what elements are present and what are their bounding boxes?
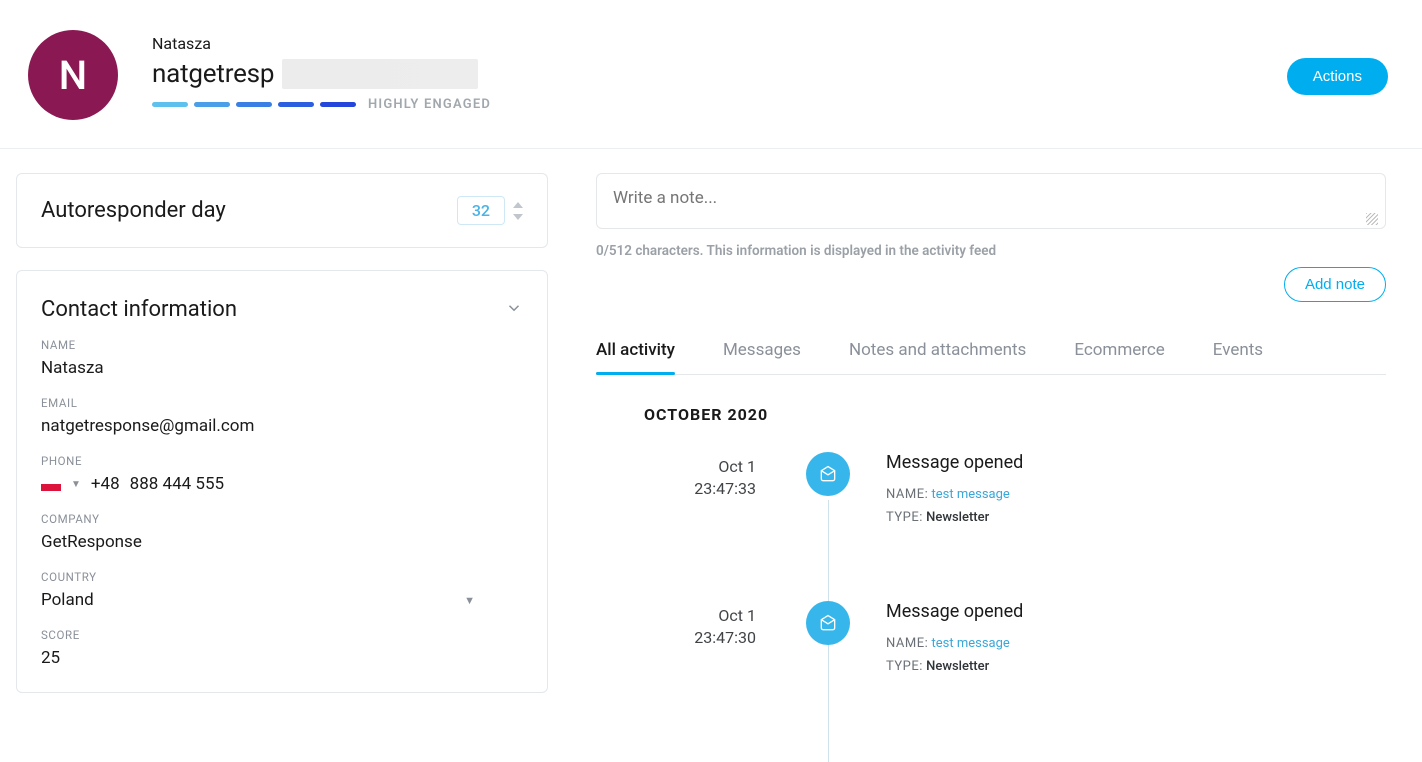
- phone-label: PHONE: [41, 454, 523, 468]
- left-column: Autoresponder day 32 Contact information: [16, 173, 548, 715]
- event-date: Oct 1: [636, 605, 756, 627]
- contact-section-title: Contact information: [41, 297, 237, 322]
- country-label: COUNTRY: [41, 570, 523, 584]
- avatar: N: [28, 30, 118, 120]
- event-name-link[interactable]: test message: [932, 487, 1010, 502]
- engagement-bars: [152, 102, 356, 107]
- autoresponder-label: Autoresponder day: [41, 198, 226, 223]
- event-title: Message opened: [886, 601, 1023, 622]
- add-note-button[interactable]: Add note: [1284, 267, 1386, 302]
- stepper-down-icon[interactable]: [513, 214, 523, 220]
- company-value[interactable]: GetResponse: [41, 532, 523, 552]
- phone-prefix: +48: [91, 474, 120, 494]
- note-counter: 0/512 characters. This information is di…: [596, 243, 1386, 259]
- event-type-label: TYPE:: [886, 659, 923, 674]
- mail-open-icon: [806, 601, 850, 645]
- right-column: 0/512 characters. This information is di…: [596, 173, 1406, 750]
- redacted-block: [282, 59, 478, 89]
- timeline-month: OCTOBER 2020: [644, 405, 1386, 424]
- actions-button[interactable]: Actions: [1287, 58, 1388, 95]
- score-label: SCORE: [41, 628, 523, 642]
- country-value: Poland: [41, 590, 94, 610]
- phone-row[interactable]: ▼ +48 888 444 555: [41, 474, 523, 494]
- event-timestamp: Oct 1 23:47:33: [636, 456, 756, 499]
- autoresponder-stepper[interactable]: 32: [457, 196, 523, 225]
- activity-tabs: All activity Messages Notes and attachme…: [596, 334, 1386, 375]
- timeline-event: Oct 1 23:47:30 Message opened NAME: test…: [784, 601, 1386, 682]
- tab-events[interactable]: Events: [1213, 334, 1263, 374]
- note-input[interactable]: [596, 173, 1386, 229]
- event-type-label: TYPE:: [886, 510, 923, 525]
- contact-info-card: Contact information NAME Natasza EMAIL n…: [16, 270, 548, 693]
- header-info: Natasza natgetresp HIGHLY ENGAGED: [152, 30, 1402, 112]
- dropdown-caret-icon[interactable]: ▼: [464, 594, 475, 607]
- event-time: 23:47:30: [636, 627, 756, 649]
- event-timestamp: Oct 1 23:47:30: [636, 605, 756, 648]
- flag-poland-icon[interactable]: [41, 477, 61, 491]
- flag-dropdown-icon[interactable]: ▼: [71, 479, 81, 490]
- event-name-label: NAME:: [886, 636, 928, 651]
- engagement-label: HIGHLY ENGAGED: [368, 97, 491, 112]
- autoresponder-value[interactable]: 32: [457, 196, 505, 225]
- mail-open-icon: [806, 452, 850, 496]
- email-label: EMAIL: [41, 396, 523, 410]
- company-label: COMPANY: [41, 512, 523, 526]
- main-area: Autoresponder day 32 Contact information: [0, 149, 1422, 750]
- name-label: NAME: [41, 338, 523, 352]
- phone-number[interactable]: 888 444 555: [130, 474, 224, 494]
- chevron-down-icon[interactable]: [505, 299, 523, 321]
- contact-header: N Natasza natgetresp HIGHLY ENGAGED Acti…: [0, 0, 1422, 149]
- event-date: Oct 1: [636, 456, 756, 478]
- tab-ecommerce[interactable]: Ecommerce: [1074, 334, 1164, 374]
- score-value[interactable]: 25: [41, 648, 523, 668]
- header-name: Natasza: [152, 34, 1402, 53]
- tab-notes[interactable]: Notes and attachments: [849, 334, 1026, 374]
- event-name-link[interactable]: test message: [932, 636, 1010, 651]
- tab-all-activity[interactable]: All activity: [596, 334, 675, 374]
- tab-messages[interactable]: Messages: [723, 334, 801, 374]
- timeline-event: Oct 1 23:47:33 Message opened NAME: test…: [784, 452, 1386, 533]
- country-select[interactable]: Poland ▼: [41, 590, 523, 610]
- name-value[interactable]: Natasza: [41, 358, 523, 378]
- email-value[interactable]: natgetresponse@gmail.com: [41, 416, 523, 436]
- resize-handle-icon[interactable]: [1366, 213, 1378, 225]
- stepper-up-icon[interactable]: [513, 202, 523, 208]
- timeline: OCTOBER 2020 Oct 1 23:47:33 Message open…: [596, 375, 1386, 682]
- header-email: natgetresp: [152, 59, 274, 89]
- event-type-value: Newsletter: [926, 510, 989, 525]
- autoresponder-card: Autoresponder day 32: [16, 173, 548, 248]
- event-name-label: NAME:: [886, 487, 928, 502]
- event-time: 23:47:33: [636, 478, 756, 500]
- event-type-value: Newsletter: [926, 659, 989, 674]
- event-title: Message opened: [886, 452, 1023, 473]
